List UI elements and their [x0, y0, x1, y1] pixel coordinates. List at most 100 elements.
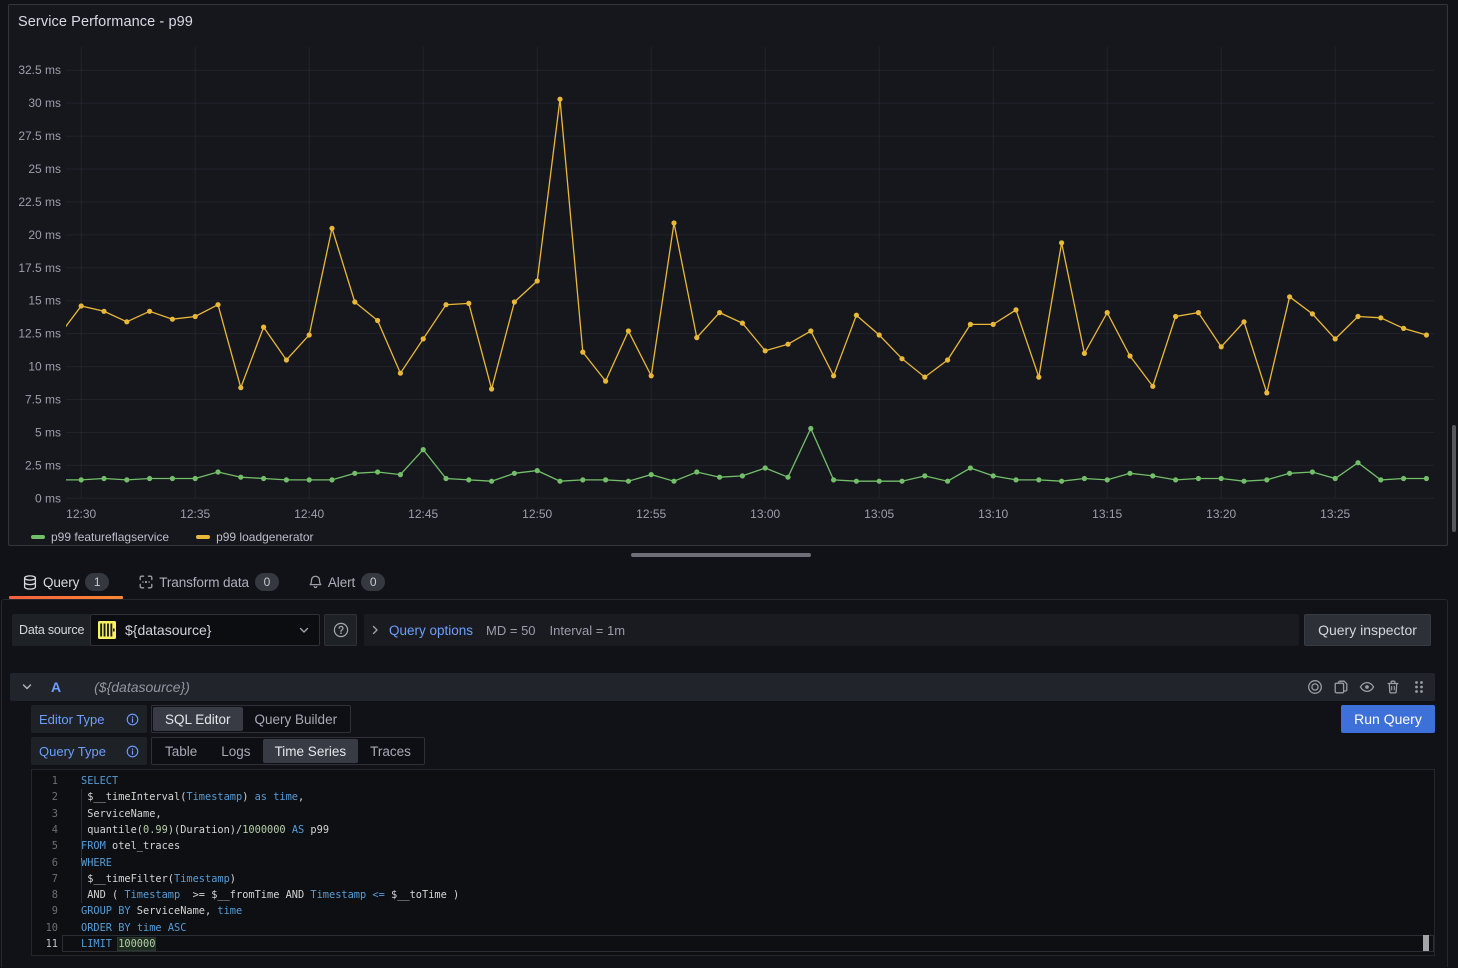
sql-line-number: 1	[32, 773, 58, 789]
legend-item[interactable]: p99 featureflagservice	[31, 530, 169, 544]
legend-series-label[interactable]: p99 loadgenerator	[216, 530, 313, 544]
svg-text:0 ms: 0 ms	[35, 491, 61, 505]
datasource-picker[interactable]: ${datasource}	[90, 614, 320, 646]
editor-type-option-query-builder[interactable]: Query Builder	[243, 707, 350, 731]
sql-line-number: 6	[32, 855, 58, 871]
chart-legend: p99 featureflagservice p99 loadgenerator	[31, 529, 314, 545]
svg-text:13:15: 13:15	[1092, 507, 1122, 521]
pane-resize-handle[interactable]	[631, 553, 811, 557]
copy-icon[interactable]	[1333, 679, 1349, 695]
sql-line: FROM otel_traces	[81, 838, 1435, 854]
query-options-bar[interactable]: Query options MD = 50 Interval = 1m	[364, 614, 1299, 646]
sql-line-number: 7	[32, 871, 58, 887]
svg-text:32.5 ms: 32.5 ms	[18, 63, 61, 77]
sql-line: WHERE	[81, 855, 1435, 871]
svg-text:12:30: 12:30	[66, 507, 96, 521]
tab-count-badge: 0	[255, 573, 279, 591]
svg-text:20 ms: 20 ms	[28, 228, 61, 242]
page-scrollbar-thumb[interactable]	[1452, 425, 1456, 532]
tab-transform-data[interactable]: Transform data 0	[124, 565, 294, 599]
query-type-option-time-series[interactable]: Time Series	[263, 739, 359, 763]
svg-text:13:20: 13:20	[1206, 507, 1236, 521]
tab-label: Transform data	[159, 575, 249, 590]
tab-alert[interactable]: Alert 0	[294, 565, 400, 599]
svg-text:2.5 ms: 2.5 ms	[25, 458, 61, 472]
svg-text:13:00: 13:00	[750, 507, 780, 521]
chevron-right-icon	[369, 624, 381, 636]
editor-type-row: Editor Type SQL EditorQuery Builder	[31, 705, 351, 733]
eye-icon[interactable]	[1359, 679, 1375, 695]
legend-series-label[interactable]: p99 featureflagservice	[51, 530, 169, 544]
svg-text:13:05: 13:05	[864, 507, 894, 521]
svg-text:12:50: 12:50	[522, 507, 552, 521]
sql-line: GROUP BY ServiceName, time	[81, 903, 1435, 919]
legend-series-color	[31, 535, 45, 539]
sql-line: LIMIT 100000	[81, 936, 1435, 952]
datasource-label: Data source	[12, 614, 91, 646]
info-circle-icon[interactable]	[126, 745, 139, 758]
legend-item[interactable]: p99 loadgenerator	[196, 530, 313, 544]
sql-line: ServiceName,	[81, 806, 1435, 822]
datasource-help-button[interactable]	[324, 614, 357, 646]
process-icon	[139, 575, 153, 589]
svg-text:12:40: 12:40	[294, 507, 324, 521]
info-circle-icon[interactable]	[126, 713, 139, 726]
drag-handle-icon[interactable]	[1411, 679, 1427, 695]
chevron-down-icon	[298, 624, 310, 636]
svg-text:13:25: 13:25	[1320, 507, 1350, 521]
query-row-actions	[1307, 679, 1427, 695]
query-type-radiogroup: TableLogsTime SeriesTraces	[151, 737, 425, 765]
sql-line-number: 5	[32, 838, 58, 854]
svg-text:10 ms: 10 ms	[28, 360, 61, 374]
svg-text:27.5 ms: 27.5 ms	[18, 129, 61, 143]
editor-scrollbar-thumb[interactable]	[1423, 935, 1429, 951]
sql-line-number: 8	[32, 887, 58, 903]
svg-text:5 ms: 5 ms	[35, 425, 61, 439]
trash-icon[interactable]	[1385, 679, 1401, 695]
query-tab-content: Data source ${datasource} Query options …	[1, 599, 1448, 967]
chevron-down-icon[interactable]	[20, 680, 34, 694]
query-type-option-table[interactable]: Table	[153, 739, 209, 763]
bell-icon	[309, 575, 322, 589]
sql-code-editor[interactable]: 1 SELECT 2 $__timeInterval(Timestamp) as t…	[31, 769, 1435, 956]
tab-count-badge: 1	[85, 573, 109, 591]
sql-line: ORDER BY time ASC	[81, 920, 1435, 936]
query-row-header[interactable]: A (${datasource})	[10, 673, 1435, 701]
interval-value: Interval = 1m	[550, 623, 626, 638]
query-options-link[interactable]: Query options	[389, 623, 473, 638]
svg-text:7.5 ms: 7.5 ms	[25, 393, 61, 407]
editor-type-radiogroup: SQL EditorQuery Builder	[151, 705, 351, 733]
query-type-label: Query Type	[31, 737, 147, 765]
sql-line: quantile(0.99)(Duration)/1000000 AS p99	[81, 822, 1435, 838]
sql-line: $__timeFilter(Timestamp)	[81, 871, 1435, 887]
tab-query[interactable]: Query 1	[8, 565, 124, 599]
svg-text:30 ms: 30 ms	[28, 96, 61, 110]
disable-icon[interactable]	[1307, 679, 1323, 695]
svg-text:12:35: 12:35	[180, 507, 210, 521]
sql-line-number: 2	[32, 789, 58, 805]
edit-pane-tabs: Query 1 Transform data 0 Alert 0	[0, 565, 1458, 599]
run-query-button[interactable]: Run Query	[1341, 705, 1435, 733]
tab-label: Query	[43, 575, 79, 590]
sql-line-number: 10	[32, 920, 58, 936]
clickhouse-datasource-icon	[98, 621, 116, 639]
svg-text:25 ms: 25 ms	[28, 162, 61, 176]
svg-text:12:45: 12:45	[408, 507, 438, 521]
max-data-points-value: MD = 50	[486, 623, 536, 638]
sql-line-number: 3	[32, 806, 58, 822]
sql-line-number: 4	[32, 822, 58, 838]
tab-count-badge: 0	[361, 573, 385, 591]
sql-line-number: 9	[32, 903, 58, 919]
tab-label: Alert	[328, 575, 355, 590]
svg-text:22.5 ms: 22.5 ms	[18, 195, 61, 209]
editor-type-option-sql-editor[interactable]: SQL Editor	[153, 707, 243, 731]
sql-line: $__timeInterval(Timestamp) as time,	[81, 789, 1435, 805]
datasource-value: ${datasource}	[125, 622, 211, 638]
sql-line: SELECT	[81, 773, 1435, 789]
sql-line-number: 11	[32, 936, 58, 952]
database-icon	[23, 575, 37, 590]
query-type-option-traces[interactable]: Traces	[358, 739, 423, 763]
query-inspector-button[interactable]: Query inspector	[1304, 614, 1431, 646]
query-row-datasource: (${datasource})	[94, 679, 190, 695]
query-type-option-logs[interactable]: Logs	[209, 739, 262, 763]
